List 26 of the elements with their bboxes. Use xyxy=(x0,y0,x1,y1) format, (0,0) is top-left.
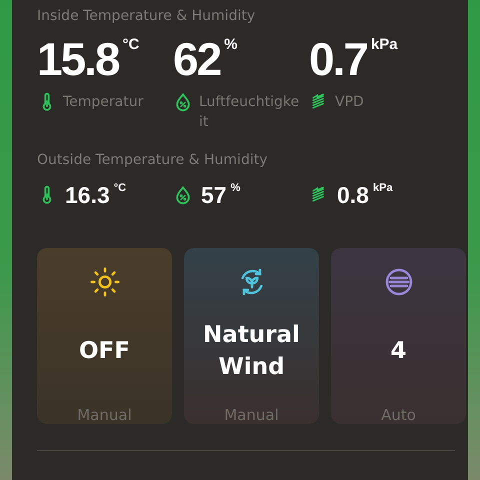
reading-value: 57 xyxy=(201,182,227,208)
reading-label: Luftfeuchtigke it xyxy=(199,93,300,132)
reading-value: 0.8 xyxy=(337,182,369,208)
device-card[interactable]: Natural Wind Manual xyxy=(184,248,319,424)
reading-value: 0.7 xyxy=(309,36,367,82)
device-state: 4 xyxy=(389,337,408,366)
device-mode: Manual xyxy=(77,406,132,424)
section-title: Outside Temperature & Humidity xyxy=(37,152,268,168)
reading-unit: kPa xyxy=(370,36,398,54)
reading-unit: °C xyxy=(114,182,126,194)
reading-value: 16.3 xyxy=(65,182,110,208)
reading-unit: °C xyxy=(122,36,140,54)
reading-label: VPD xyxy=(335,93,365,112)
reading-unit: % xyxy=(224,36,238,54)
reading-unit: kPa xyxy=(372,182,393,194)
reading-unit: % xyxy=(230,182,240,194)
device-state: Natural Wind xyxy=(202,321,301,382)
reading-value: 62 xyxy=(173,36,220,82)
device-mode: Auto xyxy=(381,406,416,424)
device-card[interactable]: OFF Manual xyxy=(37,248,172,424)
reading-value: 15.8 xyxy=(37,36,119,82)
reading-label: Temperatur xyxy=(63,93,144,112)
device-state: OFF xyxy=(78,337,131,366)
device-mode: Manual xyxy=(224,406,279,424)
device-card[interactable]: 4 Auto xyxy=(331,248,466,424)
section-title: Inside Temperature & Humidity xyxy=(37,8,256,24)
